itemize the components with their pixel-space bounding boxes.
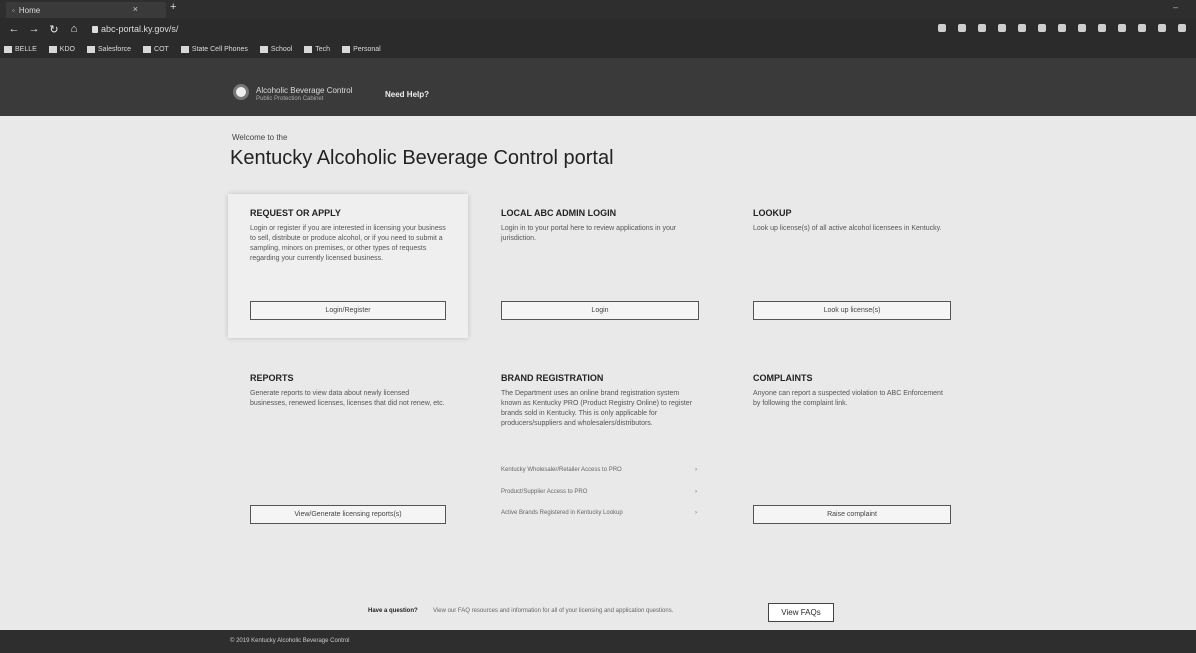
- extension-toolbar: [938, 24, 1186, 32]
- card-brand-registration: BRAND REGISTRATION The Department uses a…: [501, 373, 701, 533]
- folder-icon: [342, 45, 351, 53]
- bookmarks-bar: BELLE KDO Salesforce COT State Cell Phon…: [0, 40, 1196, 58]
- extension-icon[interactable]: [958, 24, 966, 32]
- view-reports-button[interactable]: View/Generate licensing reports(s): [250, 505, 446, 524]
- bookmark-folder[interactable]: COT: [143, 45, 169, 53]
- card-body: Generate reports to view data about newl…: [250, 390, 445, 407]
- card-complaints: COMPLAINTS Anyone can report a suspected…: [753, 373, 953, 533]
- card-heading: REPORTS: [250, 373, 294, 383]
- folder-icon: [180, 45, 189, 53]
- faq-lead: Have a question?: [368, 608, 418, 614]
- site-header: [0, 58, 1196, 116]
- extension-icon[interactable]: [1118, 24, 1126, 32]
- card-heading: LOCAL ABC ADMIN LOGIN: [501, 208, 617, 218]
- card-heading: REQUEST OR APPLY: [250, 208, 341, 218]
- extension-icon[interactable]: [1158, 24, 1166, 32]
- state-seal-icon[interactable]: [233, 84, 249, 100]
- extension-icon[interactable]: [1098, 24, 1106, 32]
- extension-icon[interactable]: [1038, 24, 1046, 32]
- extension-icon[interactable]: [1078, 24, 1086, 32]
- faq-text: View our FAQ resources and information f…: [433, 608, 674, 614]
- chevron-right-icon: ›: [695, 489, 697, 495]
- card-body: Anyone can report a suspected violation …: [753, 390, 943, 407]
- extension-icon[interactable]: [998, 24, 1006, 32]
- pro-supplier-link[interactable]: Product/Supplier Access to PRO ›: [501, 489, 697, 495]
- folder-icon: [4, 45, 12, 53]
- extension-icon[interactable]: [1058, 24, 1066, 32]
- folder-icon: [304, 45, 313, 53]
- minimize-icon[interactable]: –: [1173, 2, 1178, 12]
- star-icon[interactable]: [938, 24, 946, 32]
- extension-icon[interactable]: [1138, 24, 1146, 32]
- welcome-text: Welcome to the: [232, 133, 288, 142]
- back-icon[interactable]: ←: [8, 23, 20, 35]
- page-title: Kentucky Alcoholic Beverage Control port…: [230, 147, 614, 169]
- card-local-admin: LOCAL ABC ADMIN LOGIN Login in to your p…: [501, 208, 701, 328]
- new-tab-icon[interactable]: +: [170, 1, 176, 13]
- bookmark-folder[interactable]: Personal: [342, 45, 381, 53]
- extension-icon[interactable]: [978, 24, 986, 32]
- card-heading: COMPLAINTS: [753, 373, 813, 383]
- chevron-right-icon: ›: [695, 467, 697, 473]
- bookmark-folder[interactable]: State Cell Phones: [180, 45, 248, 53]
- lookup-license-button[interactable]: Look up license(s): [753, 301, 951, 320]
- card-body: Login in to your portal here to review a…: [501, 225, 677, 242]
- extension-icon[interactable]: [1018, 24, 1026, 32]
- org-subtitle: Public Protection Cabinet: [256, 96, 324, 102]
- view-faqs-button[interactable]: View FAQs: [768, 603, 834, 622]
- tab-favicon-icon: ◦: [12, 5, 15, 15]
- profile-icon[interactable]: [1178, 24, 1186, 32]
- active-brands-link[interactable]: Active Brands Registered in Kentucky Loo…: [501, 510, 697, 516]
- address-bar[interactable]: abc-portal.ky.gov/s/: [92, 24, 178, 34]
- need-help-link[interactable]: Need Help?: [385, 90, 429, 99]
- card-heading: LOOKUP: [753, 208, 792, 218]
- bookmark-folder[interactable]: Salesforce: [86, 45, 131, 53]
- card-request: REQUEST OR APPLY Login or register if yo…: [250, 208, 450, 328]
- tab-strip: ◦ Home × + –: [0, 0, 1196, 18]
- card-body: Look up license(s) of all active alcohol…: [753, 225, 942, 232]
- bookmark-folder[interactable]: School: [259, 45, 292, 53]
- browser-tab[interactable]: ◦ Home ×: [6, 2, 166, 18]
- card-body: Login or register if you are interested …: [250, 225, 446, 262]
- folder-icon: [48, 45, 57, 53]
- folder-icon: [143, 45, 152, 53]
- card-heading: BRAND REGISTRATION: [501, 373, 604, 383]
- folder-icon: [259, 45, 268, 53]
- bookmark-folder[interactable]: Tech: [304, 45, 330, 53]
- pro-wholesaler-link[interactable]: Kentucky Wholesaler/Retailer Access to P…: [501, 467, 697, 473]
- chevron-right-icon: ›: [695, 510, 697, 516]
- home-icon[interactable]: ⌂: [68, 23, 80, 35]
- site-footer: © 2019 Kentucky Alcoholic Beverage Contr…: [0, 630, 1196, 653]
- card-lookup: LOOKUP Look up license(s) of all active …: [753, 208, 953, 328]
- url-text: abc-portal.ky.gov/s/: [101, 24, 179, 34]
- close-icon[interactable]: ×: [133, 4, 138, 14]
- bookmark-folder[interactable]: BELLE: [4, 45, 37, 53]
- card-body: The Department uses an online brand regi…: [501, 390, 693, 427]
- login-button[interactable]: Login: [501, 301, 699, 320]
- card-reports: REPORTS Generate reports to view data ab…: [250, 373, 450, 533]
- reload-icon[interactable]: ↻: [48, 23, 60, 36]
- org-name[interactable]: Alcoholic Beverage Control: [256, 86, 353, 95]
- tab-title: Home: [18, 5, 41, 15]
- folder-icon: [86, 45, 95, 53]
- copyright-text: © 2019 Kentucky Alcoholic Beverage Contr…: [230, 638, 350, 644]
- raise-complaint-button[interactable]: Raise complaint: [753, 505, 951, 524]
- forward-icon[interactable]: →: [28, 23, 40, 35]
- login-register-button[interactable]: Login/Register: [250, 301, 446, 320]
- lock-icon: [92, 26, 98, 34]
- bookmark-folder[interactable]: KDO: [48, 45, 75, 53]
